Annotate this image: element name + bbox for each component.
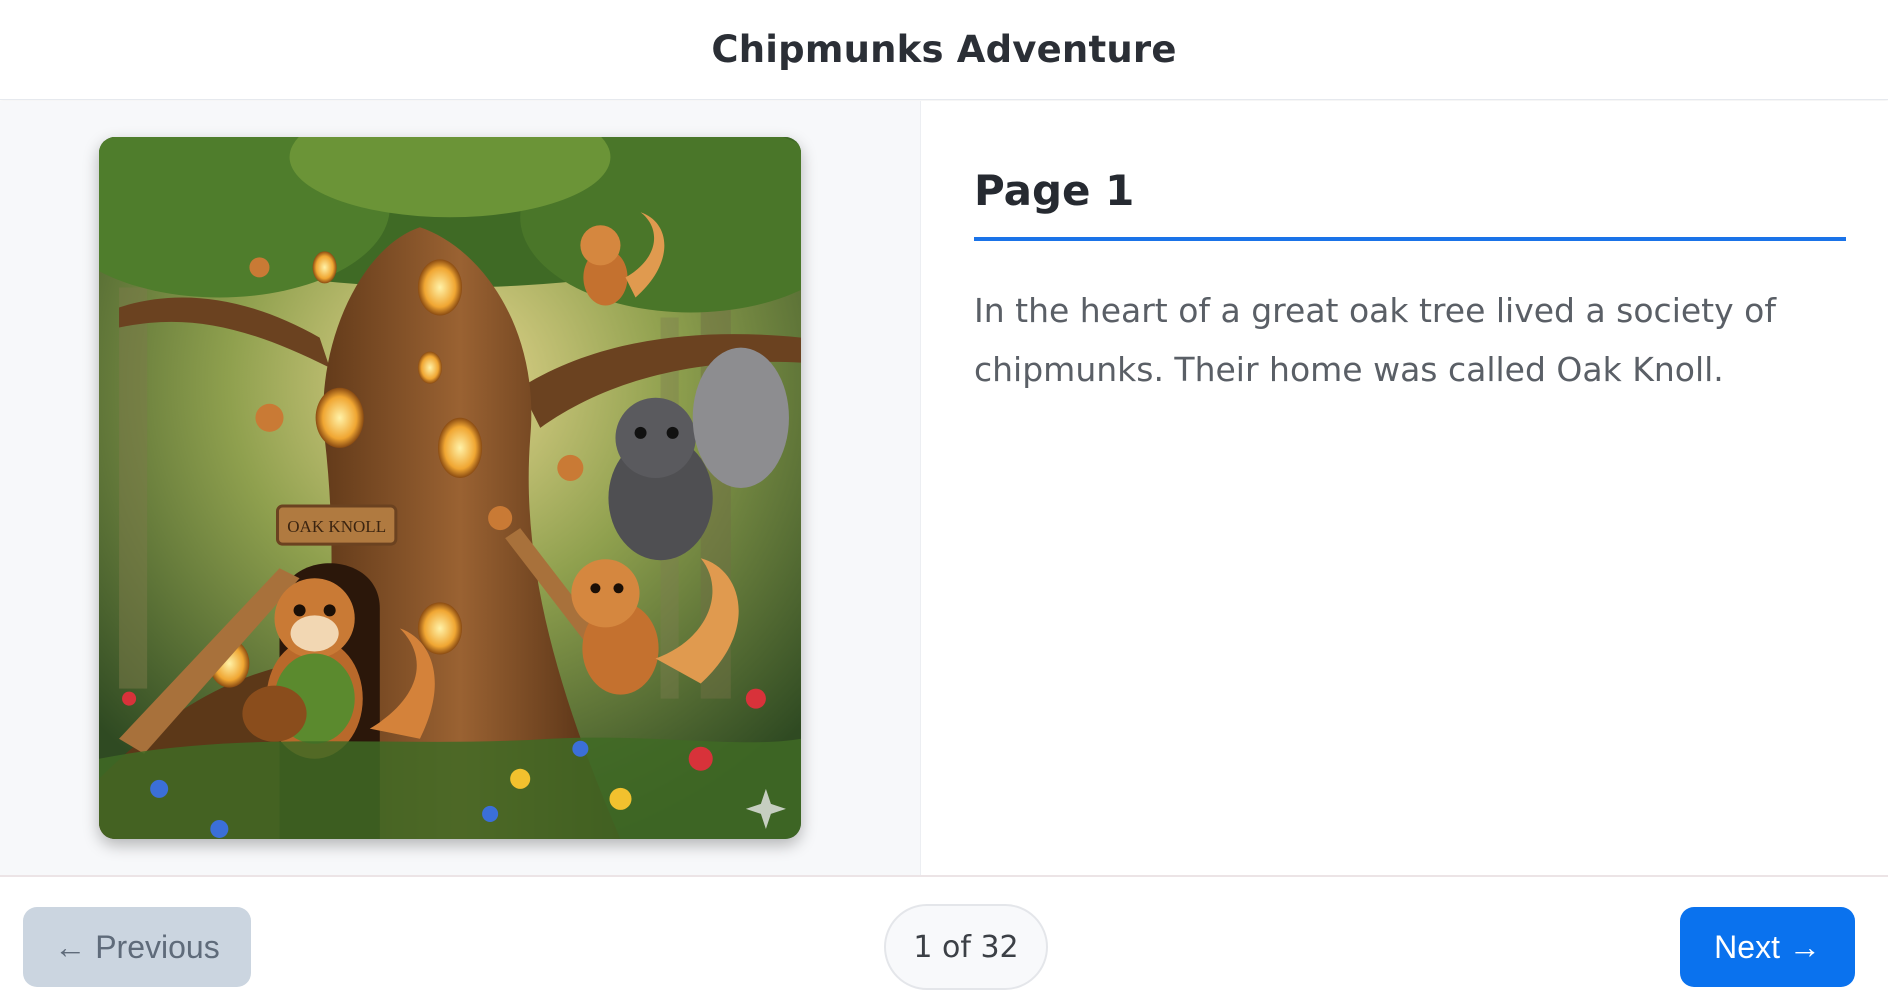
- story-text: In the heart of a great oak tree lived a…: [974, 291, 1776, 389]
- story-text-pane: Page 1 In the heart of a great oak tree …: [921, 101, 1888, 875]
- illustration-pane: OAK KNOLL: [0, 101, 921, 875]
- app-header: Chipmunks Adventure: [0, 0, 1888, 100]
- svg-text:OAK KNOLL: OAK KNOLL: [287, 517, 386, 536]
- page-heading: Page 1: [974, 166, 1846, 241]
- story-illustration: OAK KNOLL: [99, 137, 801, 839]
- navigation-bar: ← Previous 1 of 32 Next →: [0, 875, 1888, 1002]
- oak-tree-scene-image: OAK KNOLL: [99, 137, 801, 839]
- app-title: Chipmunks Adventure: [711, 28, 1177, 71]
- next-button[interactable]: Next →: [1680, 907, 1855, 987]
- storybook-content: OAK KNOLL Page 1 In the heart of a great…: [0, 101, 1888, 875]
- previous-button[interactable]: ← Previous: [23, 907, 251, 987]
- page-counter: 1 of 32: [884, 904, 1048, 990]
